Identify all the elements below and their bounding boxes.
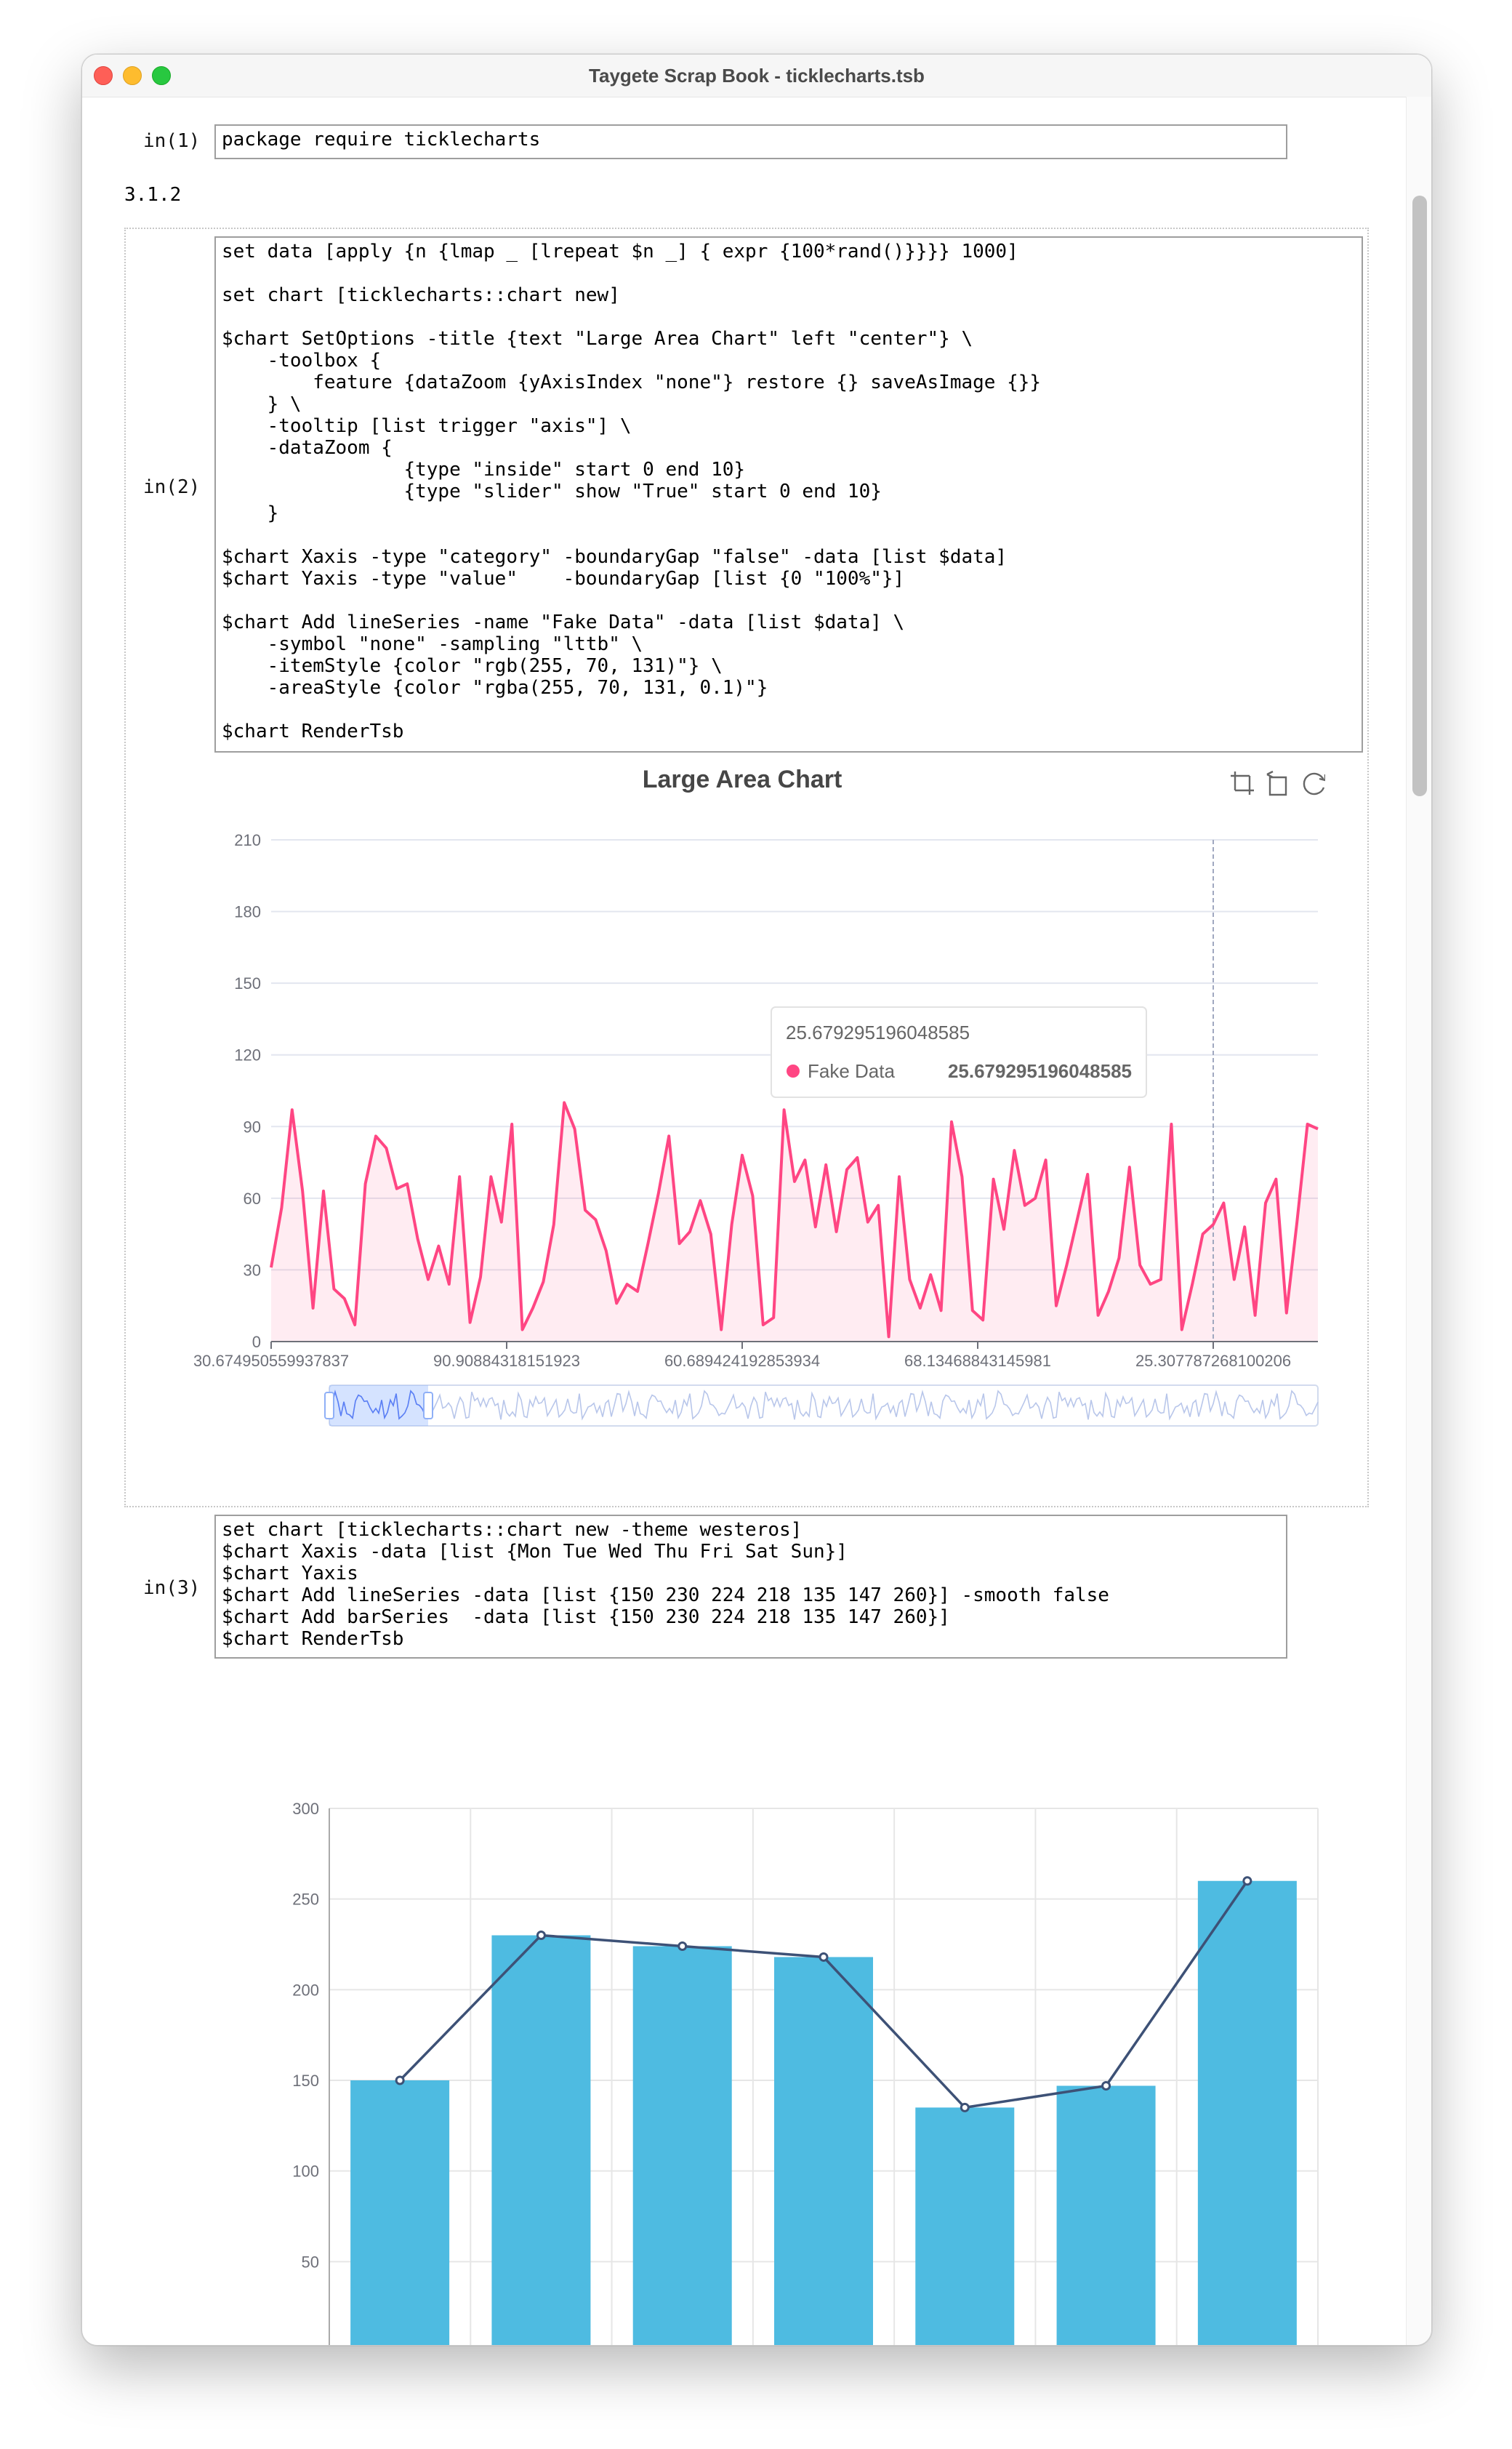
y-tick-label: 150 [234, 974, 261, 993]
cell-1-input[interactable]: package require ticklecharts [214, 124, 1287, 159]
y-tick-label: 0 [252, 1333, 261, 1351]
cell-1-prompt: in(1) [143, 130, 201, 152]
bar-tue[interactable] [491, 1935, 591, 2346]
y-tick-label: 150 [292, 2072, 319, 2090]
line-point-thu[interactable] [819, 1952, 829, 1962]
bar-fri[interactable] [915, 2107, 1015, 2346]
slider-window[interactable] [329, 1385, 428, 1426]
line-point-fri[interactable] [960, 2102, 970, 2112]
x-axis-ticks [270, 1342, 1214, 1349]
app-window: Taygete Scrap Book - ticklecharts.tsb in… [81, 54, 1432, 2346]
tooltip-series-name: Fake Data [808, 1060, 895, 1082]
line-point-tue[interactable] [536, 1931, 546, 1941]
large-area-chart[interactable]: Large Area Chart 0306090120150180210 30.… [148, 753, 1325, 1502]
y-tick-label: 90 [244, 1118, 261, 1136]
y-axis-labels: 0 30 60 90 120 150 180 210 [234, 831, 261, 1351]
cell-3-prompt: in(3) [143, 1577, 201, 1599]
y-tick-label: 0 [310, 2344, 319, 2346]
bar-mon[interactable] [350, 2080, 450, 2346]
x-axis-labels: 30.674950559937837 90.90884318151923 60.68… [193, 1352, 1291, 1370]
data-zoom-back-icon[interactable] [1264, 769, 1293, 798]
tooltip-marker [787, 1065, 800, 1078]
slider-handle-left[interactable] [324, 1392, 334, 1419]
tooltip: 25.679295196048585 Fake Data 25.67929519… [771, 1006, 1147, 1098]
y-tick-label: 30 [244, 1261, 261, 1279]
x-tick-label: 25.307787268100206 [1135, 1352, 1291, 1370]
y-tick-label: 50 [302, 2253, 319, 2271]
chart-toolbox [1228, 769, 1325, 798]
scrollbar-thumb[interactable] [1412, 196, 1427, 796]
y-tick-label: 120 [234, 1046, 261, 1065]
y-tick-label: 60 [244, 1190, 261, 1208]
cell-2-input[interactable]: set data [apply {n {lmap _ [lrepeat $n _… [214, 236, 1363, 753]
bar-line-chart[interactable]: 050100150200250300 Mon Tue Wed Thu Fri Sat Sun [148, 1720, 1325, 2346]
cell-3-input[interactable]: set chart [ticklecharts::chart new -them… [214, 1515, 1287, 1659]
cell-2-code[interactable]: set data [apply {n {lmap _ [lrepeat $n _… [216, 238, 1362, 745]
fake-data-area [271, 1102, 1318, 1342]
bar-series [350, 1880, 1297, 2346]
y-tick-label: 180 [234, 903, 261, 921]
x-tick-label: 68.13468843145981 [904, 1352, 1051, 1370]
y-axis-labels: 0 50 100 150 200 250 300 [292, 1800, 319, 2346]
cell-1-result: 3.1.2 [124, 184, 182, 206]
bar-thu[interactable] [774, 1957, 873, 2346]
y-tick-label: 200 [292, 1981, 319, 1999]
cell-3-code[interactable]: set chart [ticklecharts::chart new -them… [216, 1516, 1286, 1653]
title-bar: Taygete Scrap Book - ticklecharts.tsb [82, 55, 1431, 97]
restore-icon[interactable] [1300, 769, 1325, 798]
window-title: Taygete Scrap Book - ticklecharts.tsb [589, 65, 925, 87]
x-tick-label: 60.689424192853934 [664, 1352, 820, 1370]
bar-wed[interactable] [632, 1946, 732, 2346]
data-zoom-icon[interactable] [1228, 769, 1257, 798]
y-tick-label: 210 [234, 831, 261, 849]
y-tick-label: 100 [292, 2163, 319, 2181]
slider-handle-right[interactable] [423, 1392, 433, 1419]
line-point-wed[interactable] [677, 1941, 688, 1951]
line-point-sun[interactable] [1242, 1876, 1252, 1886]
data-zoom-slider[interactable] [324, 1384, 1319, 1427]
cell-2-prompt: in(2) [143, 476, 201, 498]
tooltip-title: 25.679295196048585 [786, 1022, 970, 1043]
y-tick-label: 300 [292, 1800, 319, 1818]
cell-1-code[interactable]: package require ticklecharts [216, 126, 1286, 153]
tooltip-value: 25.679295196048585 [948, 1060, 1132, 1082]
x-tick-label: 30.674950559937837 [193, 1352, 349, 1370]
y-tick-label: 250 [292, 1891, 319, 1909]
line-point-sat[interactable] [1101, 2080, 1111, 2091]
chart-title: Large Area Chart [643, 766, 843, 793]
x-tick-label: 90.90884318151923 [433, 1352, 580, 1370]
line-point-mon[interactable] [395, 2075, 405, 2085]
bar-sat[interactable] [1056, 2085, 1156, 2346]
vertical-scrollbar[interactable] [1406, 97, 1431, 2345]
bar-sun[interactable] [1197, 1880, 1297, 2346]
